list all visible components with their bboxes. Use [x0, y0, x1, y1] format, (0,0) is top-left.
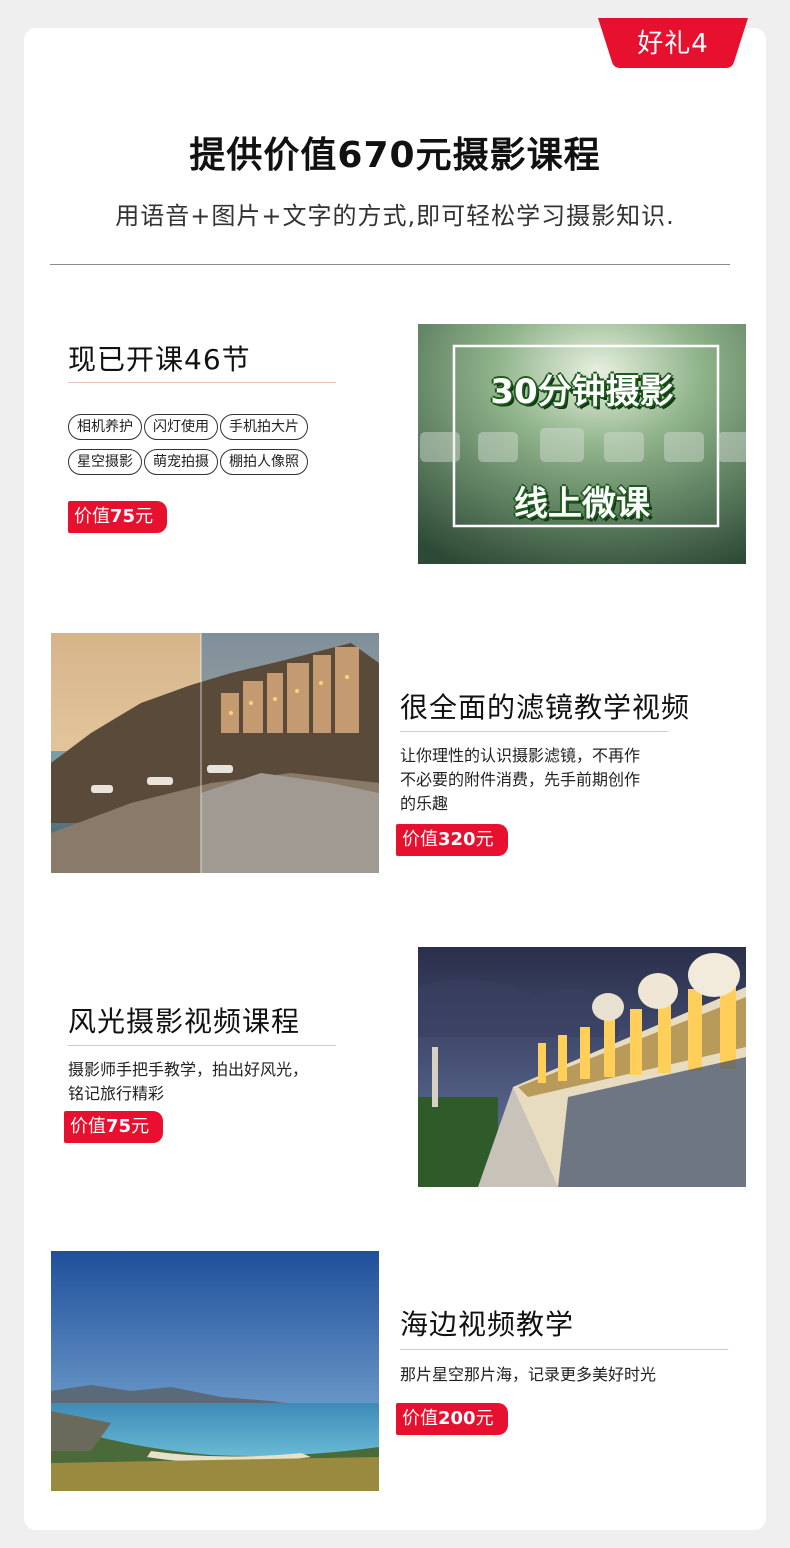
- section-2-price-badge: 价值320元: [396, 824, 508, 856]
- price-amount: 200: [438, 1408, 476, 1429]
- page-title: 提供价值670元摄影课程: [189, 135, 601, 176]
- gift-badge-label: 好礼4: [637, 29, 709, 59]
- filter-comparison-photo: [51, 633, 379, 873]
- page-subtitle: 用语音+图片+文字的方式,即可轻松学习摄影知识.: [115, 202, 675, 230]
- price-unit: 元: [131, 1116, 150, 1137]
- mosque-landscape-photo: [418, 947, 746, 1187]
- section-3-desc-line: 铭记旅行精彩: [68, 1084, 165, 1103]
- price-unit: 元: [475, 1408, 494, 1429]
- section-2-title: 很全面的滤镜教学视频: [400, 691, 691, 724]
- seaside-photo: [51, 1251, 379, 1491]
- section-4-description: 那片星空那片海，记录更多美好时光: [400, 1363, 656, 1387]
- section-2-desc-line: 的乐趣: [400, 794, 449, 813]
- section-3-desc-line: 摄影师手把手教学，拍出好风光，: [68, 1060, 309, 1079]
- section-4-title: 海边视频教学: [400, 1308, 575, 1341]
- section-3-description: 摄影师手把手教学，拍出好风光， 铭记旅行精彩: [68, 1058, 308, 1106]
- course-tag[interactable]: 萌宠拍摄: [144, 449, 218, 475]
- header-divider: [50, 264, 730, 265]
- section-2-desc-line: 让你理性的认识摄影滤镜，不再作: [400, 746, 641, 765]
- course-cover-image: 30分钟摄影 线上微课: [418, 324, 746, 564]
- section-1-divider: [68, 382, 336, 383]
- section-2-desc-line: 不必要的附件消费，先手前期创作: [400, 770, 641, 789]
- price-amount: 320: [438, 829, 476, 850]
- price-prefix: 价值: [402, 1408, 438, 1429]
- price-prefix: 价值: [74, 506, 110, 527]
- course-tag[interactable]: 星空摄影: [68, 449, 142, 475]
- section-2-divider: [400, 731, 668, 732]
- gift-badge: 好礼4: [598, 18, 748, 68]
- section-4-desc-line: 那片星空那片海，记录更多美好时光: [400, 1365, 657, 1384]
- cover-headline: 30分钟摄影: [490, 372, 674, 412]
- section-3-title: 风光摄影视频课程: [68, 1005, 301, 1038]
- section-2-description: 让你理性的认识摄影滤镜，不再作 不必要的附件消费，先手前期创作 的乐趣: [400, 744, 640, 816]
- cover-subheadline: 线上微课: [514, 484, 650, 524]
- section-3-divider: [68, 1045, 336, 1046]
- course-tag-list: 相机养护 闪灯使用 手机拍大片星空摄影 萌宠拍摄 棚拍人像照: [68, 414, 358, 484]
- section-4-price-badge: 价值200元: [396, 1403, 508, 1435]
- price-prefix: 价值: [402, 829, 438, 850]
- price-unit: 元: [135, 506, 154, 527]
- price-amount: 75: [106, 1116, 132, 1137]
- course-tag[interactable]: 闪灯使用: [144, 414, 218, 440]
- course-tag[interactable]: 相机养护: [68, 414, 142, 440]
- price-unit: 元: [475, 829, 494, 850]
- price-amount: 75: [110, 506, 136, 527]
- course-tag[interactable]: 手机拍大片: [220, 414, 308, 440]
- section-3-price-badge: 价值75元: [64, 1111, 164, 1143]
- section-4-divider: [400, 1349, 728, 1350]
- price-prefix: 价值: [70, 1116, 106, 1137]
- section-1-title: 现已开课46节: [68, 343, 251, 376]
- course-tag[interactable]: 棚拍人像照: [220, 449, 308, 475]
- section-1-price-badge: 价值75元: [68, 501, 168, 533]
